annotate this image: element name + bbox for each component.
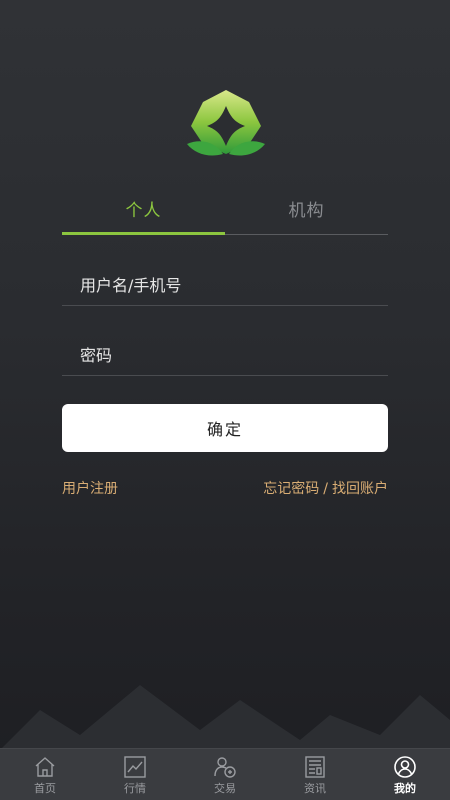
bottom-nav: 首页 行情 交易 资讯 我的 [0, 748, 450, 800]
nav-label-trade: 交易 [214, 782, 236, 795]
nav-item-market[interactable]: 行情 [90, 749, 180, 800]
trade-icon [214, 757, 236, 778]
link-separator: / [323, 481, 328, 497]
username-input[interactable] [62, 266, 388, 305]
app-logo [183, 88, 269, 162]
user-icon [394, 756, 416, 778]
password-field-container [62, 336, 388, 376]
nav-item-home[interactable]: 首页 [0, 749, 90, 800]
register-link[interactable]: 用户注册 [62, 478, 118, 498]
forgot-password-link[interactable]: 忘记密码 [263, 481, 319, 497]
username-field-container [62, 266, 388, 306]
nav-label-home: 首页 [34, 782, 56, 795]
recovery-links: 忘记密码 / 找回账户 [263, 478, 388, 498]
auxiliary-links: 用户注册 忘记密码 / 找回账户 [62, 478, 388, 498]
nav-label-news: 资讯 [304, 782, 326, 795]
password-input[interactable] [62, 336, 388, 375]
nav-label-market: 行情 [124, 782, 146, 795]
active-tab-indicator [62, 232, 225, 235]
login-type-tabs: 个人 机构 [62, 196, 388, 238]
nav-item-mine[interactable]: 我的 [360, 749, 450, 800]
tab-personal[interactable]: 个人 [62, 196, 225, 221]
nav-item-trade[interactable]: 交易 [180, 749, 270, 800]
tab-institution[interactable]: 机构 [225, 196, 388, 221]
nav-label-mine: 我的 [394, 782, 416, 795]
news-icon [305, 756, 325, 778]
chart-icon [124, 756, 146, 778]
confirm-button[interactable]: 确定 [62, 404, 388, 452]
nav-item-news[interactable]: 资讯 [270, 749, 360, 800]
home-icon [35, 757, 55, 777]
recover-account-link[interactable]: 找回账户 [332, 481, 388, 497]
mountain-silhouette [0, 685, 450, 750]
